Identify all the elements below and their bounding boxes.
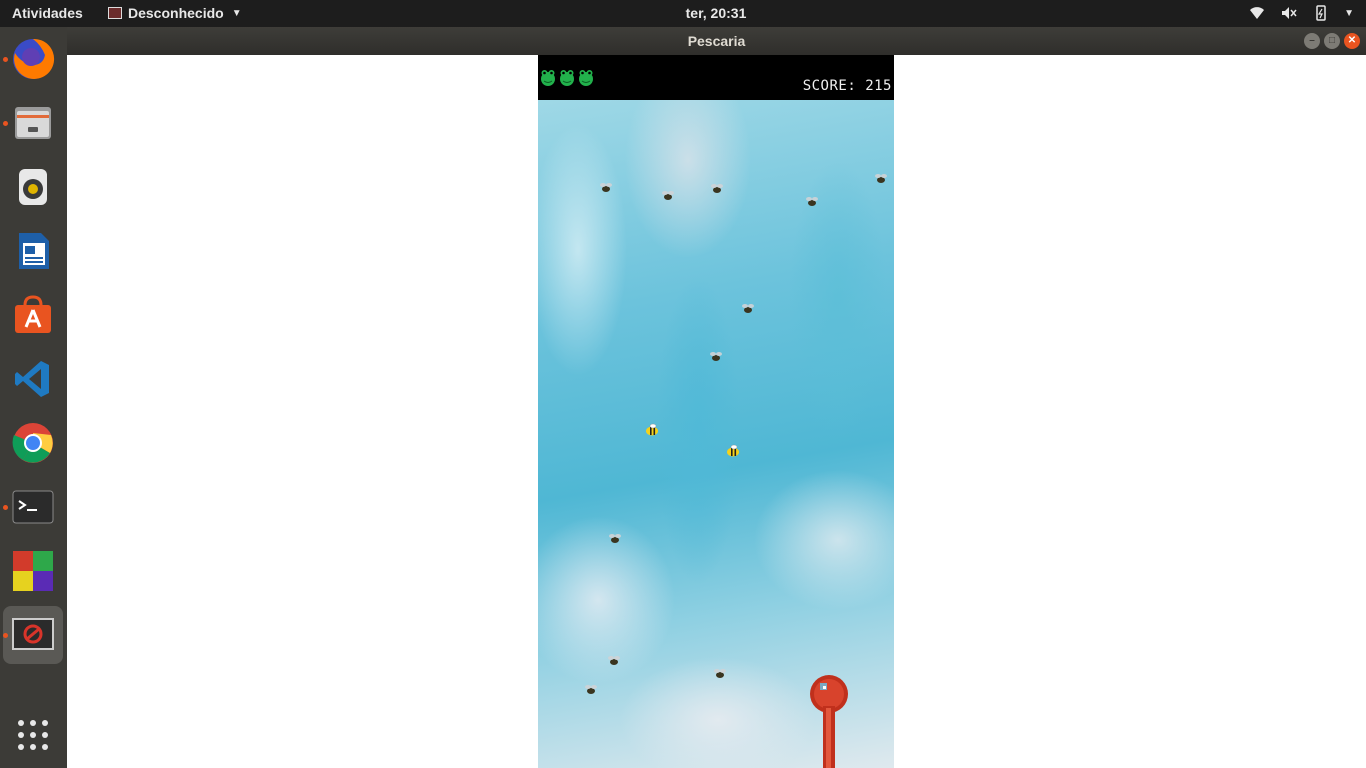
- apps-grid-icon: [18, 720, 48, 750]
- running-indicator: [3, 505, 8, 510]
- window-controls: – □ ✕: [1304, 33, 1360, 49]
- score-display: SCORE: 215: [802, 78, 892, 94]
- frog-tongue-hook: [810, 675, 848, 768]
- lives-display: [540, 68, 594, 86]
- dock-blocks-app[interactable]: [9, 547, 57, 595]
- chevron-down-icon[interactable]: ▼: [1344, 8, 1354, 19]
- dock-terminal[interactable]: [3, 483, 57, 531]
- dock-firefox[interactable]: [3, 35, 57, 83]
- wifi-icon[interactable]: [1248, 4, 1266, 22]
- fly-sprite: [600, 183, 612, 192]
- show-applications-button[interactable]: [9, 711, 57, 759]
- fly-sprite: [710, 352, 722, 361]
- game-canvas[interactable]: SCORE: 215: [538, 55, 894, 768]
- minimize-button[interactable]: –: [1304, 33, 1320, 49]
- frog-life-icon: [541, 70, 555, 86]
- dock-game-window[interactable]: [3, 606, 63, 664]
- ice-background: [538, 100, 894, 768]
- dock-files[interactable]: [3, 99, 57, 147]
- chrome-icon: [12, 423, 53, 463]
- app-menu-label: Desconhecido: [128, 5, 224, 21]
- frog-life-icon: [579, 70, 593, 86]
- dock-software[interactable]: [9, 291, 57, 339]
- maximize-button[interactable]: □: [1324, 33, 1340, 49]
- fly-sprite: [742, 304, 754, 313]
- terminal-icon: [12, 490, 54, 524]
- chevron-down-icon: ▼: [231, 7, 242, 19]
- game-window-icon: [12, 618, 54, 650]
- close-button[interactable]: ✕: [1344, 33, 1360, 49]
- files-icon: [15, 107, 51, 139]
- blocks-app-icon: [13, 551, 53, 591]
- fly-sprite: [714, 669, 726, 678]
- battery-icon[interactable]: [1312, 4, 1330, 22]
- game-hud: SCORE: 215: [538, 55, 894, 100]
- running-indicator: [3, 121, 8, 126]
- bee-sprite: [646, 423, 658, 436]
- fly-sprite: [585, 685, 597, 694]
- window-title: Pescaria: [687, 33, 746, 49]
- app-menu[interactable]: Desconhecido ▼: [108, 5, 242, 21]
- frog-life-icon: [560, 70, 574, 86]
- fly-sprite: [608, 656, 620, 665]
- running-indicator: [3, 57, 8, 62]
- fly-sprite: [806, 197, 818, 206]
- software-icon: [15, 295, 51, 333]
- top-bar: Atividades Desconhecido ▼ ter, 20:31 ▼: [0, 0, 1366, 27]
- firefox-icon: [13, 38, 55, 79]
- activities-button[interactable]: Atividades: [12, 5, 83, 21]
- bee-sprite: [727, 444, 739, 457]
- volume-muted-icon[interactable]: [1280, 4, 1298, 22]
- running-indicator: [3, 633, 8, 638]
- system-tray[interactable]: ▼: [1248, 4, 1354, 22]
- window-titlebar[interactable]: Pescaria – □ ✕: [67, 27, 1366, 55]
- dock-writer[interactable]: [9, 227, 57, 275]
- fly-sprite: [711, 184, 723, 193]
- fly-sprite: [609, 534, 621, 543]
- dock: [0, 27, 67, 768]
- dock-rhythmbox[interactable]: [9, 163, 57, 211]
- writer-icon: [19, 233, 49, 269]
- fly-sprite: [662, 191, 674, 200]
- fly-sprite: [875, 174, 887, 183]
- vscode-icon: [15, 361, 49, 397]
- app-menu-icon: [108, 7, 122, 19]
- dock-vscode[interactable]: [9, 355, 57, 403]
- rhythmbox-icon: [19, 169, 47, 205]
- dock-chrome[interactable]: [9, 419, 57, 467]
